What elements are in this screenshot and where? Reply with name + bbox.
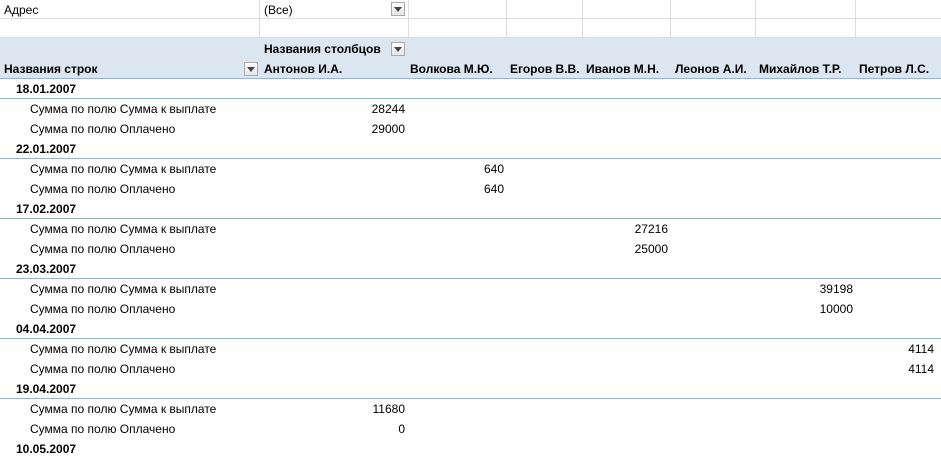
group-date: 19.04.2007	[16, 382, 77, 396]
row-label: Сумма по полю Сумма к выплате	[30, 102, 217, 116]
column-header: Петров Л.С.	[859, 62, 930, 76]
group-date: 22.01.2007	[16, 142, 77, 156]
row-label: Сумма по полю Сумма к выплате	[30, 222, 217, 236]
column-labels-header: Названия столбцов	[264, 42, 381, 56]
gridline	[259, 0, 260, 38]
row-label: Сумма по полю Сумма к выплате	[30, 162, 217, 176]
value-cell[interactable]: 640	[430, 159, 504, 179]
column-header: Иванов М.Н.	[586, 62, 660, 76]
filter-label: Адрес	[4, 3, 39, 17]
column-labels-filter-button[interactable]	[391, 42, 405, 56]
value-cell[interactable]: 29000	[330, 119, 405, 139]
column-header: Леонов А.И.	[675, 62, 747, 76]
dropdown-arrow-icon	[247, 66, 255, 72]
value-cell[interactable]: 39198	[778, 279, 853, 299]
dropdown-arrow-icon	[394, 6, 402, 12]
pivot-sheet: Адрес (Все) Названия столбцов Названия с…	[0, 0, 941, 458]
row-label: Сумма по полю Сумма к выплате	[30, 282, 217, 296]
group-date: 23.03.2007	[16, 262, 77, 276]
column-header: Михайлов Т.Р.	[759, 62, 842, 76]
row-label: Сумма по полю Оплачено	[30, 242, 176, 256]
group-date: 04.04.2007	[16, 322, 77, 336]
gridline	[408, 0, 409, 38]
gridline	[755, 0, 756, 38]
value-cell[interactable]: 11680	[330, 399, 405, 419]
row-labels-header: Названия строк	[4, 62, 98, 76]
row-label: Сумма по полю Оплачено	[30, 182, 176, 196]
value-cell[interactable]: 4114	[864, 339, 934, 359]
gridline	[0, 18, 941, 19]
gridline	[506, 0, 507, 38]
filter-value[interactable]: (Все)	[264, 0, 293, 20]
filter-dropdown-button[interactable]	[391, 2, 405, 16]
value-cell[interactable]: 10000	[778, 299, 853, 319]
row-label: Сумма по полю Оплачено	[30, 362, 176, 376]
dropdown-arrow-icon	[394, 46, 402, 52]
row-label: Сумма по полю Оплачено	[30, 122, 176, 136]
column-header: Егоров В.В.	[510, 62, 580, 76]
gridline	[855, 0, 856, 38]
row-label: Сумма по полю Оплачено	[30, 422, 176, 436]
value-cell[interactable]: 27216	[594, 219, 668, 239]
row-label: Сумма по полю Оплачено	[30, 302, 176, 316]
column-header: Антонов И.А.	[264, 62, 343, 76]
row-label: Сумма по полю Сумма к выплате	[30, 342, 217, 356]
group-date: 10.05.2007	[16, 442, 77, 456]
group-date: 18.01.2007	[16, 82, 77, 96]
row-label: Сумма по полю Сумма к выплате	[30, 402, 217, 416]
value-cell[interactable]: 28244	[330, 99, 405, 119]
value-cell[interactable]: 0	[330, 419, 405, 439]
value-cell[interactable]: 25000	[594, 239, 668, 259]
value-cell[interactable]: 4114	[864, 359, 934, 379]
row-labels-filter-button[interactable]	[244, 62, 258, 76]
value-cell[interactable]: 640	[430, 179, 504, 199]
column-header: Волкова М.Ю.	[410, 62, 493, 76]
group-date: 17.02.2007	[16, 202, 77, 216]
gridline	[670, 0, 671, 38]
gridline	[582, 0, 583, 38]
